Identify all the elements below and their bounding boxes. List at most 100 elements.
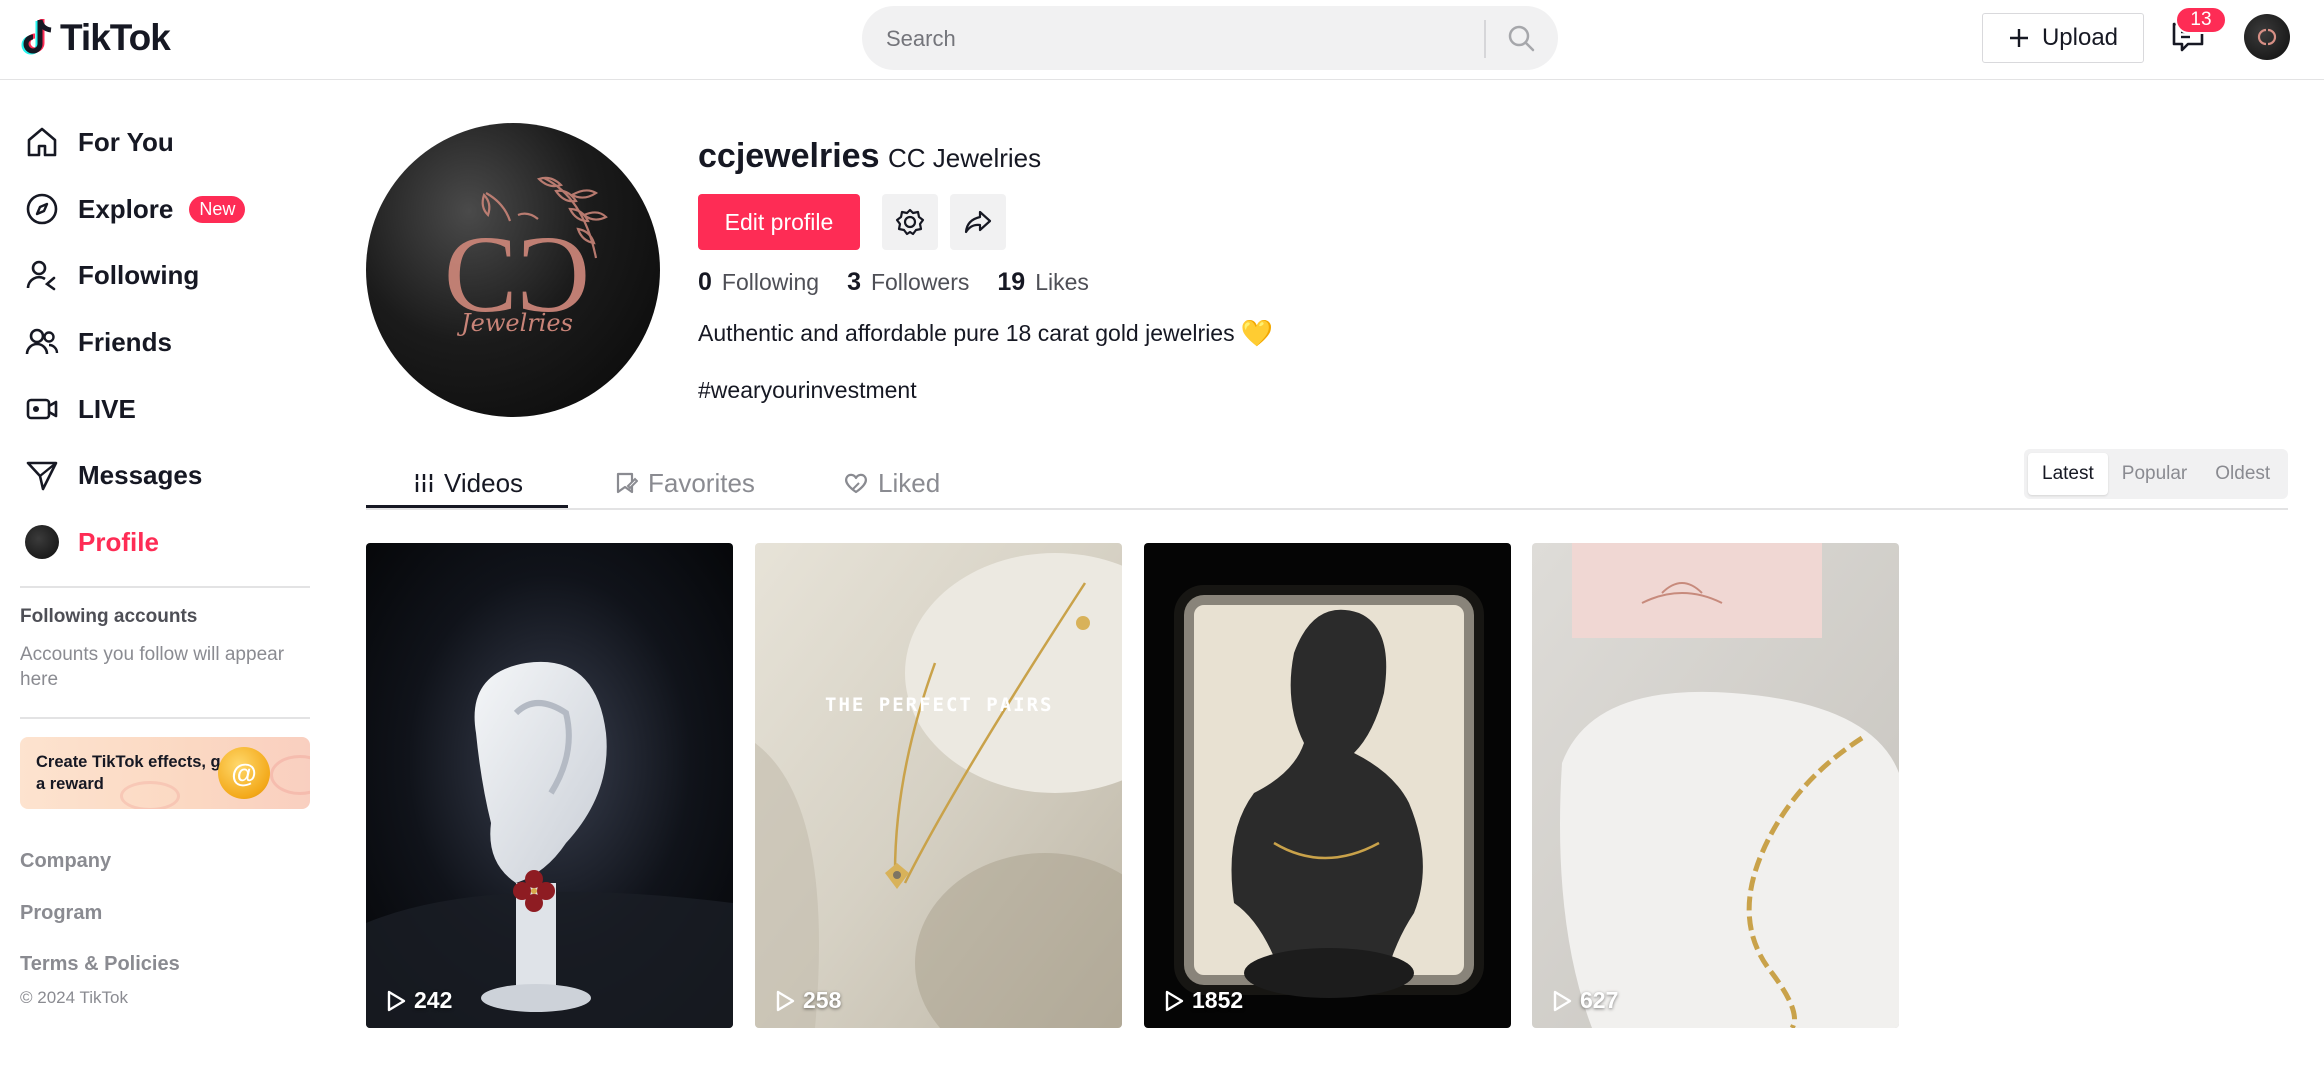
- sidebar-item-messages[interactable]: Messages: [24, 450, 202, 500]
- video-thumbnail: [1532, 543, 1899, 1028]
- stat-following[interactable]: 0 Following: [698, 268, 819, 297]
- video-card[interactable]: THE PERFECT PAIRS 258: [755, 543, 1122, 1028]
- gear-icon: [895, 208, 925, 236]
- favorites-icon: [616, 472, 638, 494]
- new-badge: New: [189, 195, 246, 223]
- following-accounts-hint: Accounts you follow will appear here: [20, 644, 285, 690]
- sidebar-item-live[interactable]: LIVE: [24, 384, 136, 434]
- video-thumbnail: [366, 543, 733, 1028]
- sidebar-item-label: Messages: [78, 459, 203, 490]
- upload-button[interactable]: Upload: [1982, 13, 2144, 63]
- view-count-value: 242: [414, 987, 453, 1013]
- sidebar-item-label: LIVE: [78, 393, 136, 424]
- sort-oldest[interactable]: Oldest: [2201, 453, 2284, 495]
- sidebar-item-label: Profile: [78, 526, 159, 557]
- sidebar-item-profile[interactable]: Profile: [24, 517, 159, 567]
- home-icon: [24, 124, 60, 160]
- search-button[interactable]: [1500, 18, 1542, 58]
- footer-link-terms[interactable]: Terms & Policies: [20, 953, 180, 976]
- tiktok-note-icon: [21, 19, 52, 55]
- stat-value: 3: [847, 268, 861, 296]
- play-icon: [776, 990, 795, 1011]
- inbox-count-badge: 13: [2175, 6, 2227, 34]
- view-count: 1852: [1164, 987, 1243, 1014]
- edit-profile-button[interactable]: Edit profile: [698, 194, 860, 250]
- tab-favorites[interactable]: Favorites: [614, 458, 755, 508]
- profile-hashtag[interactable]: #wearyourinvestment: [698, 377, 917, 404]
- sidebar-item-label: For You: [78, 126, 174, 157]
- yellow-heart-emoji: 💛: [1240, 318, 1273, 348]
- videos-grid-icon: [414, 474, 434, 492]
- video-card[interactable]: 242: [366, 543, 733, 1028]
- tabs-divider: [366, 508, 2288, 510]
- tab-videos[interactable]: Videos: [414, 458, 523, 508]
- avatar-logo-icon: [2257, 28, 2277, 46]
- share-icon: [964, 210, 992, 234]
- reward-coin-icon: @: [218, 747, 270, 799]
- avatar-wordmark: Jewelries: [456, 309, 573, 337]
- sidebar-item-label: Following: [78, 259, 200, 290]
- stat-label: Likes: [1035, 269, 1089, 295]
- sidebar-divider: [20, 586, 310, 588]
- play-icon: [1165, 990, 1184, 1011]
- profile-avatar-large[interactable]: C C Jewelries: [366, 123, 660, 417]
- sidebar: For You Explore New Following Friends LI…: [0, 82, 320, 1072]
- sidebar-item-friends[interactable]: Friends: [24, 317, 172, 367]
- search-bar[interactable]: Search: [862, 6, 1558, 70]
- sidebar-item-explore[interactable]: Explore New: [24, 184, 246, 234]
- tab-label: Liked: [878, 467, 941, 498]
- tab-label: Videos: [444, 467, 524, 498]
- sort-popular[interactable]: Popular: [2108, 453, 2202, 495]
- profile-avatar: [24, 524, 60, 560]
- search-divider: [1484, 20, 1486, 58]
- view-count: 258: [775, 987, 841, 1014]
- stat-label: Following: [721, 269, 820, 295]
- profile-display-name: CC Jewelries: [888, 143, 1042, 173]
- footer-link-program[interactable]: Program: [20, 902, 102, 925]
- view-count-value: 627: [1580, 987, 1619, 1013]
- tiktok-logo[interactable]: TikTok: [20, 16, 171, 60]
- effects-promo-card[interactable]: Create TikTok effects, get a reward @: [20, 737, 310, 809]
- messages-icon: [24, 457, 60, 493]
- stat-value: 19: [997, 268, 1026, 296]
- search-icon: [1508, 25, 1535, 52]
- view-count-value: 258: [803, 987, 842, 1013]
- stat-value: 0: [698, 268, 712, 296]
- profile-bio: Authentic and affordable pure 18 carat g…: [698, 318, 1273, 349]
- sidebar-item-for-you[interactable]: For You: [24, 117, 174, 167]
- play-icon: [1553, 990, 1572, 1011]
- friends-icon: [24, 324, 60, 360]
- video-card[interactable]: 1852: [1144, 543, 1511, 1028]
- sidebar-item-label: Explore: [78, 193, 174, 224]
- stat-label: Followers: [870, 269, 970, 295]
- share-profile-button[interactable]: [950, 194, 1006, 250]
- profile-username: ccjewelries: [698, 137, 880, 175]
- following-accounts-title: Following accounts: [20, 606, 198, 627]
- copyright: © 2024 TikTok: [20, 988, 128, 1007]
- footer-link-company[interactable]: Company: [20, 850, 111, 873]
- sidebar-item-following[interactable]: Following: [24, 250, 199, 300]
- view-count-value: 1852: [1192, 987, 1244, 1013]
- liked-heart-icon: [845, 473, 867, 494]
- bio-text: Authentic and affordable pure 18 carat g…: [698, 320, 1235, 346]
- search-input[interactable]: Search: [886, 26, 956, 52]
- tab-liked[interactable]: Liked: [844, 458, 940, 508]
- logo-text: TikTok: [60, 17, 171, 58]
- video-card[interactable]: 627: [1532, 543, 1899, 1028]
- tab-label: Favorites: [648, 467, 755, 498]
- following-icon: [24, 257, 60, 293]
- decorative-swirl: [270, 755, 310, 795]
- profile-stats: 0 Following 3 Followers 19 Likes: [698, 268, 1089, 297]
- sidebar-divider: [20, 717, 310, 719]
- live-icon: [24, 391, 60, 427]
- video-overlay-text: THE PERFECT PAIRS: [825, 694, 1053, 716]
- sidebar-item-label: Friends: [78, 326, 172, 357]
- sort-latest[interactable]: Latest: [2028, 453, 2108, 495]
- settings-button[interactable]: [882, 194, 938, 250]
- header-avatar[interactable]: [2244, 14, 2290, 60]
- stat-followers[interactable]: 3 Followers: [847, 268, 969, 297]
- effects-promo-text: Create TikTok effects, get a reward: [36, 753, 236, 793]
- compass-icon: [24, 191, 60, 227]
- sort-toggle: Latest Popular Oldest: [2024, 449, 2288, 499]
- plus-icon: [2009, 29, 2028, 47]
